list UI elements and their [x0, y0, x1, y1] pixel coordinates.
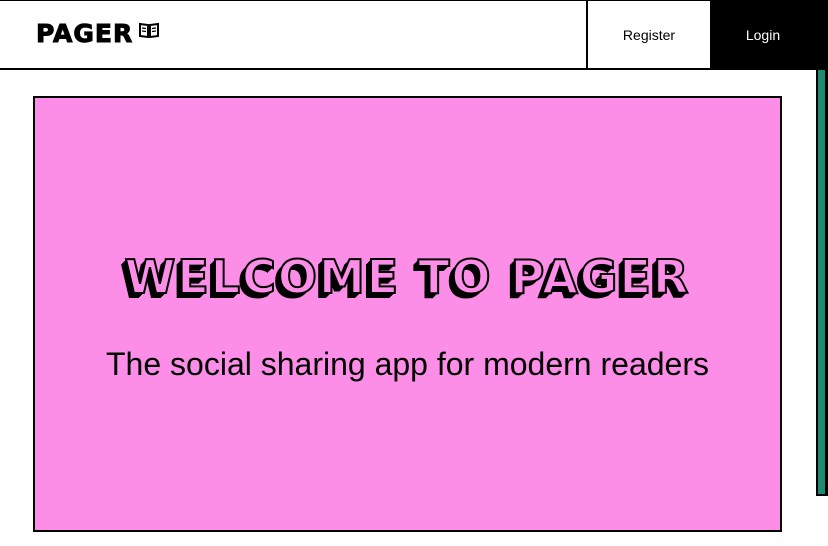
logo-text: PAGER: [35, 19, 134, 49]
top-nav-bar: PAGER Register Login: [0, 0, 816, 70]
login-button[interactable]: Login: [710, 1, 816, 69]
register-button[interactable]: Register: [586, 1, 710, 69]
hero-banner: WELCOME TO PAGER The social sharing app …: [33, 96, 782, 532]
scrollbar[interactable]: [816, 0, 828, 496]
hero-title: WELCOME TO PAGER: [124, 249, 691, 305]
scrollbar-thumb[interactable]: [818, 70, 825, 494]
logo[interactable]: PAGER: [35, 19, 160, 49]
hero-subtitle: The social sharing app for modern reader…: [106, 346, 709, 382]
book-icon: [139, 22, 160, 43]
